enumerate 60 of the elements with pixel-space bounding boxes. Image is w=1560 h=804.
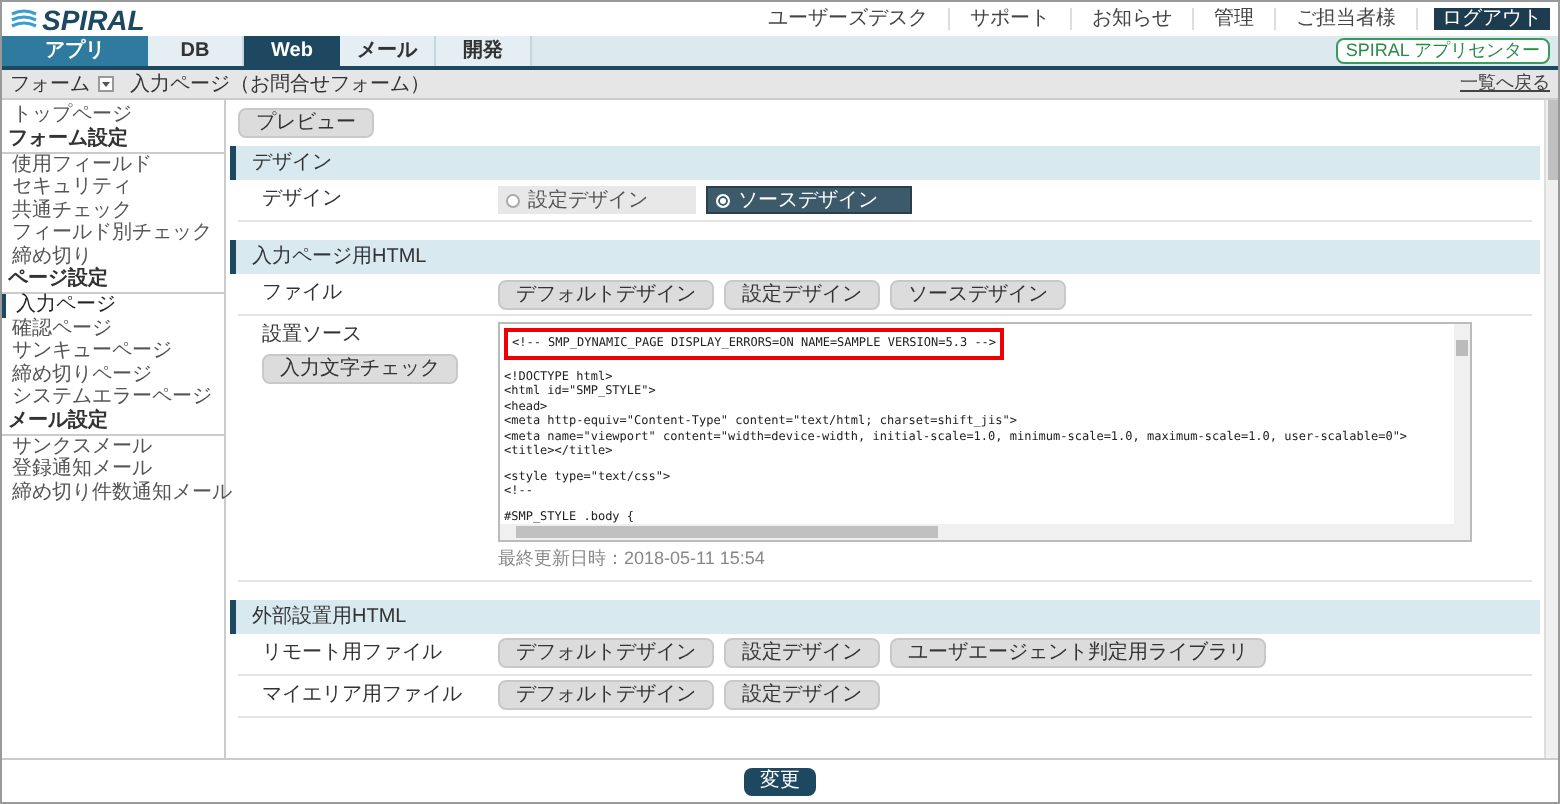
- sidebar-item[interactable]: 使用フィールド: [2, 153, 224, 176]
- header-link[interactable]: 管理: [1194, 8, 1276, 30]
- dropdown-icon[interactable]: [98, 76, 114, 92]
- breadcrumb-menu: フォーム: [10, 69, 90, 99]
- action-button[interactable]: デフォルトデザイン: [498, 680, 714, 710]
- section-header: デザイン: [230, 146, 1540, 180]
- app-center-button[interactable]: SPIRAL アプリセンター: [1335, 38, 1550, 64]
- breadcrumb-current: 入力ページ（お問合せフォーム）: [130, 71, 430, 99]
- logo[interactable]: SPIRAL: [10, 5, 145, 33]
- action-button[interactable]: 設定デザイン: [724, 680, 880, 710]
- sidebar-item[interactable]: 入力ページ: [2, 294, 224, 317]
- section-header: 入力ページ用HTML: [230, 240, 1540, 274]
- page-scrollbar[interactable]: [1544, 100, 1558, 758]
- header-link[interactable]: ユーザーズデスク: [748, 8, 950, 30]
- action-button[interactable]: 設定デザイン: [724, 638, 880, 668]
- field-label: デザイン: [262, 188, 342, 212]
- nav-tab[interactable]: アプリ: [2, 36, 148, 66]
- field-label: マイエリア用ファイル: [262, 683, 462, 707]
- action-button[interactable]: 入力文字チェック: [262, 354, 458, 384]
- radio-option[interactable]: 設定デザイン: [498, 186, 696, 214]
- submit-button[interactable]: 変更: [744, 767, 816, 795]
- source-textarea[interactable]: [498, 322, 1472, 542]
- nav-tab[interactable]: メール: [340, 36, 436, 66]
- sidebar-item[interactable]: セキュリティ: [2, 176, 224, 199]
- action-button[interactable]: デフォルトデザイン: [498, 279, 714, 309]
- back-link[interactable]: 一覧へ戻る: [1460, 70, 1550, 98]
- action-button[interactable]: デフォルトデザイン: [498, 638, 714, 668]
- action-button[interactable]: 設定デザイン: [724, 279, 880, 309]
- last-updated-text: 最終更新日時：2018-05-11 15:54: [498, 546, 767, 572]
- action-button[interactable]: ユーザエージェント判定用ライブラリ: [890, 638, 1266, 668]
- field-label: 設置ソース: [262, 322, 362, 350]
- field-label: リモート用ファイル: [262, 641, 442, 665]
- sidebar-heading: ページ設定: [2, 268, 224, 294]
- sidebar-heading: フォーム設定: [2, 127, 224, 153]
- action-button[interactable]: プレビュー: [238, 108, 374, 138]
- header-link[interactable]: お知らせ: [1072, 8, 1194, 30]
- logout-button[interactable]: ログアウト: [1434, 8, 1550, 30]
- vertical-scrollbar[interactable]: [1454, 324, 1470, 524]
- field-label: ファイル: [262, 282, 342, 306]
- sidebar-item[interactable]: システムエラーページ: [2, 386, 224, 409]
- sidebar-item[interactable]: サンクスメール: [2, 435, 224, 458]
- sidebar-item[interactable]: 共通チェック: [2, 199, 224, 222]
- header-link[interactable]: ご担当者様: [1276, 8, 1418, 30]
- sidebar-item[interactable]: サンキューページ: [2, 340, 224, 363]
- header-link[interactable]: サポート: [950, 8, 1072, 30]
- sidebar-item[interactable]: 確認ページ: [2, 317, 224, 340]
- horizontal-scrollbar[interactable]: [500, 524, 1470, 540]
- sidebar-heading: メール設定: [2, 409, 224, 435]
- sidebar-item[interactable]: 締め切りページ: [2, 363, 224, 386]
- section-header: 外部設置用HTML: [230, 599, 1540, 633]
- sidebar-item[interactable]: フィールド別チェック: [2, 222, 224, 245]
- sidebar-item[interactable]: トップページ: [2, 104, 224, 127]
- wave-logo-icon: [10, 8, 38, 30]
- radio-option[interactable]: ソースデザイン: [706, 186, 912, 214]
- nav-tab[interactable]: Web: [244, 36, 340, 66]
- nav-tab[interactable]: 開発: [436, 36, 532, 66]
- nav-tab[interactable]: DB: [148, 36, 244, 66]
- action-button[interactable]: ソースデザイン: [890, 279, 1066, 309]
- sidebar-item[interactable]: 締め切り: [2, 245, 224, 268]
- sidebar-item[interactable]: 登録通知メール: [2, 458, 224, 481]
